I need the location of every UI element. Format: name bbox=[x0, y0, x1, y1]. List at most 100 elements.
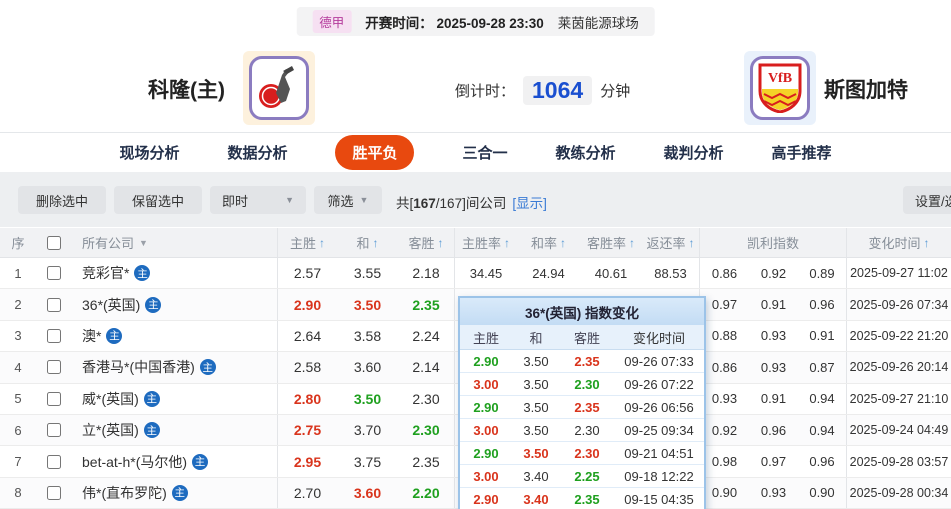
popup-header-home: 主胜 bbox=[460, 328, 512, 347]
row-checkbox[interactable] bbox=[47, 360, 61, 374]
row-checkbox[interactable] bbox=[47, 423, 61, 437]
row-checkbox[interactable] bbox=[47, 455, 61, 469]
nav-tab-5[interactable]: 教练分析 bbox=[556, 135, 616, 170]
nav-tab-1[interactable]: 现场分析 bbox=[119, 135, 179, 170]
company-cell[interactable]: bet-at-h*(马尔他)主 bbox=[72, 446, 278, 476]
popup-draw-odds: 3.40 bbox=[512, 492, 560, 507]
nav-tab-3[interactable]: 胜平负 bbox=[335, 135, 414, 170]
company-cell[interactable]: 立*(英国)主 bbox=[72, 415, 278, 445]
popup-change-time: 09-26 07:33 bbox=[614, 354, 704, 369]
delete-selected-button[interactable]: 删除选中 bbox=[18, 186, 106, 214]
row-checkbox[interactable] bbox=[47, 329, 61, 343]
table-row: 1竞彩官*主2.573.552.1834.4524.9440.6188.530.… bbox=[0, 258, 951, 289]
company-cell[interactable]: 香港马*(中国香港)主 bbox=[72, 352, 278, 382]
header-draw-rate[interactable]: 和率↑ bbox=[517, 228, 580, 257]
sort-up-icon: ↑ bbox=[373, 236, 379, 250]
draw-odds[interactable]: 3.50 bbox=[337, 384, 398, 414]
home-odds[interactable]: 2.64 bbox=[278, 321, 337, 351]
popup-away-odds: 2.35 bbox=[560, 400, 614, 415]
host-badge-icon: 主 bbox=[145, 297, 161, 313]
row-seq: 3 bbox=[0, 321, 36, 351]
company-count-summary: 共[167/167]间公司[显示] bbox=[396, 192, 547, 212]
draw-odds[interactable]: 3.50 bbox=[337, 289, 398, 319]
draw-odds[interactable]: 3.60 bbox=[337, 352, 398, 382]
away-odds[interactable]: 2.20 bbox=[398, 478, 455, 508]
popup-home-odds: 3.00 bbox=[460, 423, 512, 438]
draw-odds[interactable]: 3.70 bbox=[337, 415, 398, 445]
draw-odds[interactable]: 3.58 bbox=[337, 321, 398, 351]
header-away-odds[interactable]: 客胜↑ bbox=[398, 228, 455, 257]
draw-odds[interactable]: 3.60 bbox=[337, 478, 398, 508]
home-odds[interactable]: 2.90 bbox=[278, 289, 337, 319]
header-home-odds[interactable]: 主胜↑ bbox=[278, 228, 337, 257]
popup-change-time: 09-25 09:34 bbox=[614, 423, 704, 438]
header-draw-odds[interactable]: 和↑ bbox=[337, 228, 398, 257]
company-name: 澳*主 bbox=[82, 326, 122, 346]
away-team-logo: VfB bbox=[744, 51, 816, 125]
host-badge-icon: 主 bbox=[172, 485, 188, 501]
header-company[interactable]: 所有公司▼ bbox=[72, 228, 278, 257]
company-cell[interactable]: 伟*(直布罗陀)主 bbox=[72, 478, 278, 508]
away-odds[interactable]: 2.35 bbox=[398, 289, 455, 319]
home-odds[interactable]: 2.57 bbox=[278, 258, 337, 288]
row-checkbox[interactable] bbox=[47, 392, 61, 406]
header-away-rate[interactable]: 客胜率↑ bbox=[580, 228, 642, 257]
sort-up-icon: ↑ bbox=[504, 236, 510, 250]
chevron-down-icon: ▼ bbox=[285, 195, 294, 205]
popup-draw-odds: 3.50 bbox=[512, 446, 560, 461]
row-seq: 6 bbox=[0, 415, 36, 445]
popup-home-odds: 2.90 bbox=[460, 354, 512, 369]
select-all-checkbox[interactable] bbox=[47, 236, 61, 250]
away-odds[interactable]: 2.14 bbox=[398, 352, 455, 382]
host-badge-icon: 主 bbox=[106, 328, 122, 344]
kelly-1: 0.97 bbox=[700, 289, 749, 319]
row-checkbox[interactable] bbox=[47, 298, 61, 312]
change-time: 2025-09-28 00:34 bbox=[847, 478, 951, 508]
row-seq: 8 bbox=[0, 478, 36, 508]
row-checkbox-cell bbox=[36, 415, 72, 445]
home-rate: 34.45 bbox=[455, 258, 517, 288]
draw-odds[interactable]: 3.55 bbox=[337, 258, 398, 288]
row-checkbox-cell bbox=[36, 352, 72, 382]
filter-dropdown[interactable]: 筛选 ▼ bbox=[314, 186, 382, 214]
company-cell[interactable]: 36*(英国)主 bbox=[72, 289, 278, 319]
popup-row: 3.003.502.3009-25 09:34 bbox=[460, 419, 704, 442]
settings-button[interactable]: 设置/选择 bbox=[903, 186, 951, 214]
company-name: bet-at-h*(马尔他)主 bbox=[82, 452, 208, 472]
company-cell[interactable]: 澳*主 bbox=[72, 321, 278, 351]
row-checkbox[interactable] bbox=[47, 486, 61, 500]
nav-tab-7[interactable]: 高手推荐 bbox=[772, 135, 832, 170]
home-odds[interactable]: 2.80 bbox=[278, 384, 337, 414]
svg-text:VfB: VfB bbox=[768, 71, 792, 86]
away-odds[interactable]: 2.30 bbox=[398, 415, 455, 445]
header-home-rate[interactable]: 主胜率↑ bbox=[455, 228, 517, 257]
away-odds[interactable]: 2.18 bbox=[398, 258, 455, 288]
kelly-3: 0.96 bbox=[798, 446, 847, 476]
home-odds[interactable]: 2.75 bbox=[278, 415, 337, 445]
header-change-time[interactable]: 变化时间↑ bbox=[847, 228, 951, 257]
away-odds[interactable]: 2.30 bbox=[398, 384, 455, 414]
kelly-3: 0.90 bbox=[798, 478, 847, 508]
header-return-rate[interactable]: 返还率↑ bbox=[642, 228, 700, 257]
time-filter-dropdown[interactable]: 即时 ▼ bbox=[210, 186, 306, 214]
home-odds[interactable]: 2.58 bbox=[278, 352, 337, 382]
nav-tab-6[interactable]: 裁判分析 bbox=[664, 135, 724, 170]
home-odds[interactable]: 2.70 bbox=[278, 478, 337, 508]
header-draw-label: 和 bbox=[356, 233, 369, 252]
home-odds[interactable]: 2.95 bbox=[278, 446, 337, 476]
keep-selected-button[interactable]: 保留选中 bbox=[114, 186, 202, 214]
kelly-1: 0.86 bbox=[700, 352, 749, 382]
league-badge: 德甲 bbox=[312, 10, 351, 33]
away-odds[interactable]: 2.24 bbox=[398, 321, 455, 351]
company-cell[interactable]: 竞彩官*主 bbox=[72, 258, 278, 288]
nav-tab-2[interactable]: 数据分析 bbox=[227, 135, 287, 170]
company-cell[interactable]: 威*(英国)主 bbox=[72, 384, 278, 414]
draw-odds[interactable]: 3.75 bbox=[337, 446, 398, 476]
popup-home-odds: 2.90 bbox=[460, 400, 512, 415]
popup-change-time: 09-21 04:51 bbox=[614, 446, 704, 461]
kelly-3: 0.94 bbox=[798, 384, 847, 414]
row-checkbox[interactable] bbox=[47, 266, 61, 280]
nav-tab-4[interactable]: 三合一 bbox=[462, 135, 507, 170]
away-odds[interactable]: 2.35 bbox=[398, 446, 455, 476]
show-link[interactable]: [显示] bbox=[512, 196, 547, 211]
